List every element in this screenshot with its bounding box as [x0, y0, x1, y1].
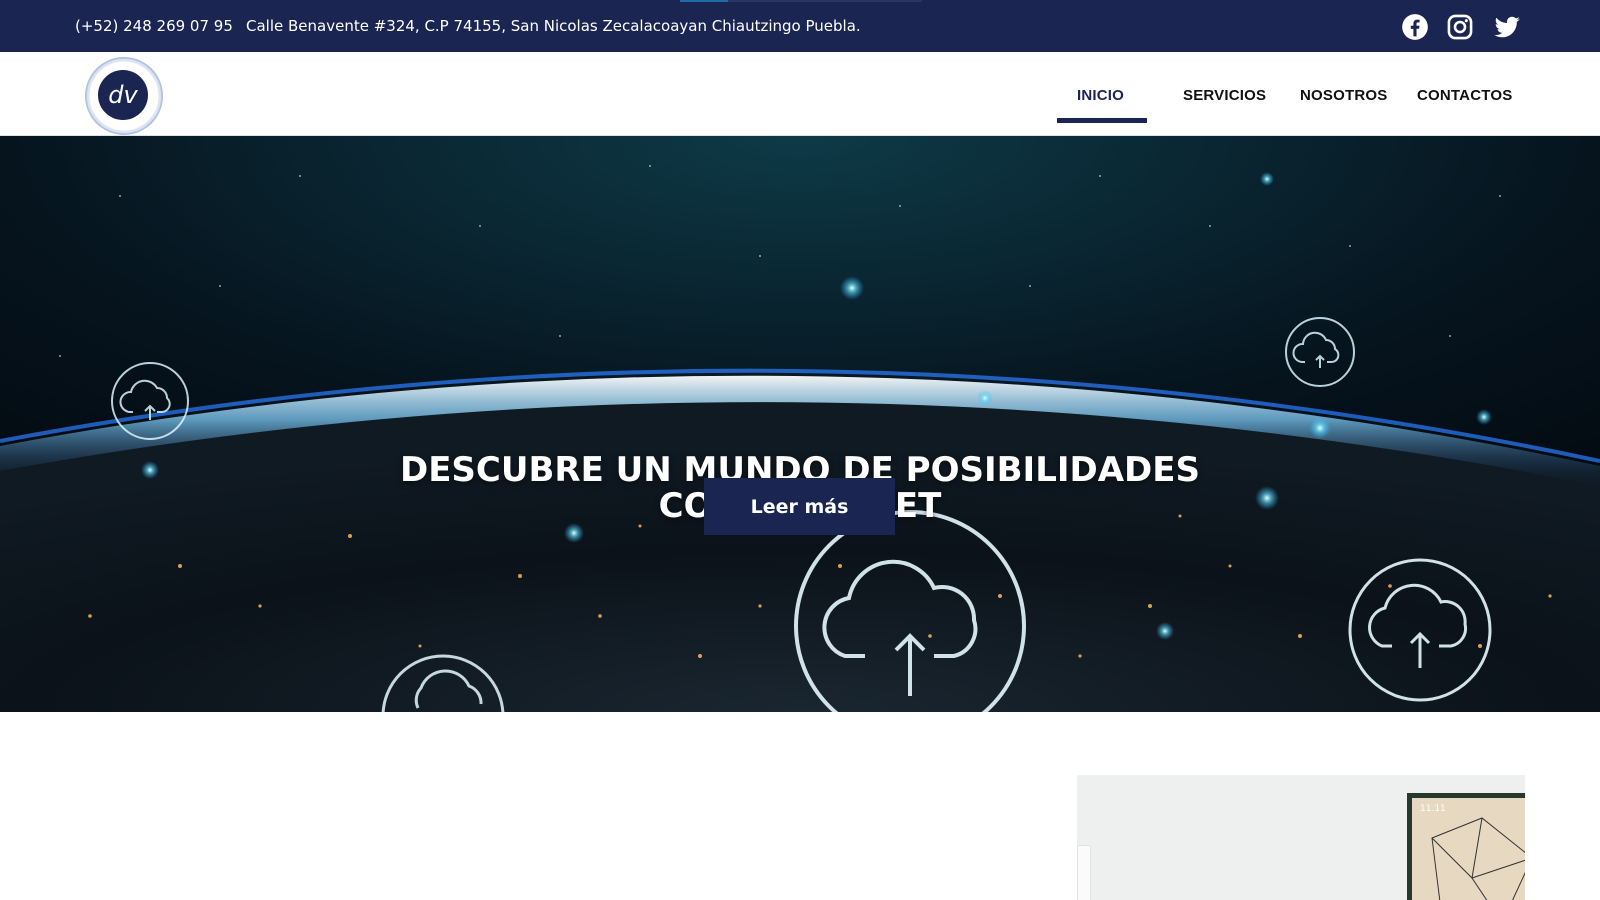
top-accent-line: [680, 0, 728, 2]
top-info-bar: (+52) 248 269 07 95 Calle Benavente #324…: [0, 0, 1600, 52]
logo-text: dv: [108, 81, 138, 109]
instagram-icon[interactable]: [1445, 12, 1475, 42]
section-photo: 11.11: [1077, 775, 1525, 900]
nav-contactos[interactable]: CONTACTOS: [1417, 87, 1512, 104]
picture-frame: 11.11: [1407, 793, 1525, 900]
twitter-icon[interactable]: [1492, 12, 1522, 42]
logo[interactable]: dv: [82, 54, 166, 138]
top-accent-line-secondary: [728, 0, 922, 2]
nav-active-indicator: [1057, 118, 1147, 123]
hero-banner: DESCUBRE UN MUNDO DE POSIBILIDADES CON I…: [0, 136, 1600, 712]
hero-background-image: [0, 136, 1600, 712]
nav-servicios[interactable]: SERVICIOS: [1183, 87, 1266, 104]
nav-inicio[interactable]: INICIO: [1077, 87, 1124, 104]
contact-address: Calle Benavente #324, C.P 74155, San Nic…: [246, 17, 861, 35]
contact-phone: (+52) 248 269 07 95: [75, 17, 233, 35]
facebook-icon[interactable]: [1400, 12, 1430, 42]
nav-nosotros[interactable]: NOSOTROS: [1300, 87, 1387, 104]
frame-label: 11.11: [1420, 804, 1446, 814]
wall-decor: [1077, 845, 1091, 900]
read-more-button[interactable]: Leer más: [704, 478, 895, 535]
